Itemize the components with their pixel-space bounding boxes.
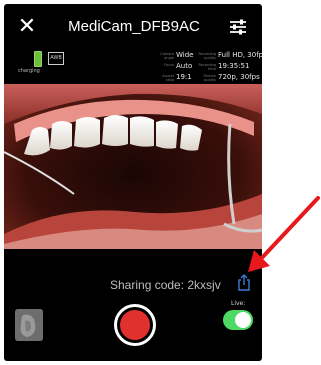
dental-camera-image [4, 84, 262, 249]
thumbnail-image [15, 309, 43, 341]
close-icon: ✕ [17, 14, 37, 39]
top-bar: ✕ MediCam_DFB9AC [4, 4, 262, 48]
close-button[interactable]: ✕ [16, 16, 38, 38]
sliders-icon [230, 19, 246, 35]
live-label: Live: [231, 300, 246, 307]
setting-label: Focus [164, 63, 174, 67]
setting-label: Camera angle [160, 52, 174, 60]
settings-row: Aspect ratio 19:1 Stream quality 720p, 3… [154, 73, 260, 84]
battery-icon [34, 51, 42, 67]
setting-value: Full HD, 30fps [218, 51, 262, 59]
setting-label: Aspect ratio [162, 74, 174, 82]
settings-button[interactable] [228, 18, 248, 36]
toggle-knob [235, 312, 251, 328]
device-status: AWB charging [18, 50, 64, 78]
sharing-code-text: Sharing code: 2kxsjv [110, 278, 221, 292]
setting-value: 19:35:51 [218, 62, 250, 70]
last-capture-thumbnail[interactable] [15, 309, 43, 341]
camera-app-screen: ✕ MediCam_DFB9AC AWB charging Camera ang… [4, 4, 262, 361]
setting-value: 19:1 [176, 73, 192, 81]
setting-label: Recording time [198, 63, 216, 71]
live-toggle[interactable] [223, 310, 253, 330]
device-title: MediCam_DFB9AC [68, 18, 200, 35]
settings-row: Camera angle Wide Recording quality Full… [154, 51, 262, 62]
setting-label: Recording quality [198, 52, 216, 60]
record-icon [120, 310, 150, 340]
setting-value: Auto [176, 62, 193, 70]
camera-preview[interactable] [4, 84, 262, 249]
setting-label: Stream quality [203, 74, 216, 82]
setting-value: 720p, 30fps [218, 73, 260, 81]
annotation-arrow [248, 196, 320, 272]
charging-label: charging [18, 68, 40, 74]
capture-settings-readout: Camera angle Wide Recording quality Full… [154, 49, 262, 85]
setting-value: Wide [176, 51, 194, 59]
settings-row: Focus Auto Recording time 19:35:51 [154, 62, 260, 73]
share-button[interactable] [237, 274, 251, 292]
awb-badge: AWB [48, 52, 64, 65]
record-button[interactable] [114, 304, 156, 346]
share-icon [238, 274, 250, 291]
